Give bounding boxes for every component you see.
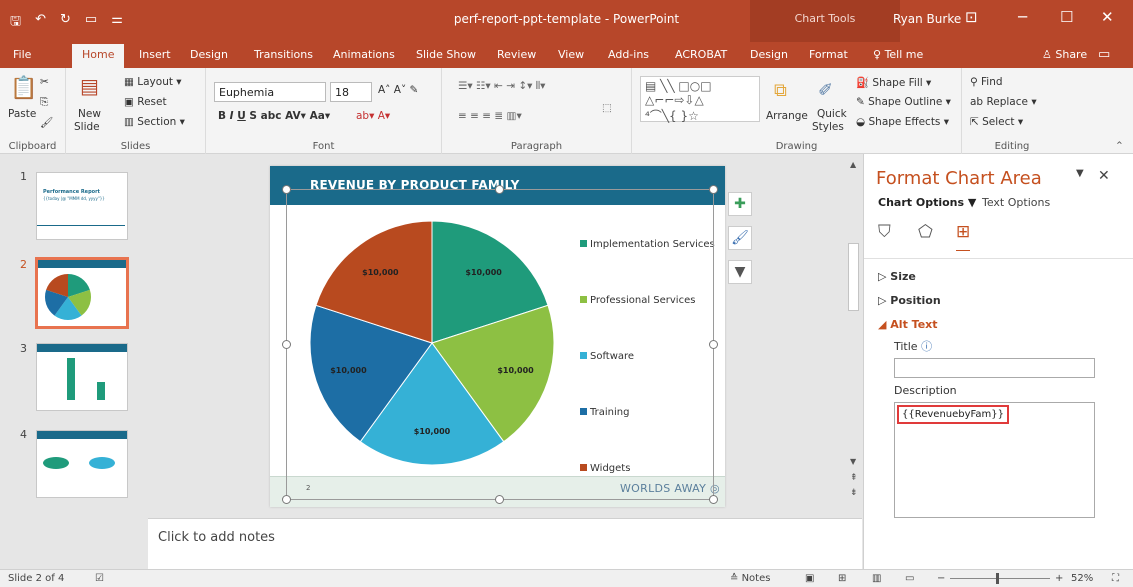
resize-handle-br[interactable]: [709, 495, 718, 504]
plus-icon: ✚: [734, 196, 746, 212]
normal-view-icon[interactable]: ▣: [805, 573, 814, 584]
fit-to-window-icon[interactable]: ⛶: [1112, 573, 1119, 584]
resize-handle-ml[interactable]: [282, 340, 291, 349]
notes-toggle[interactable]: ≙ Notes: [730, 573, 770, 584]
expand-size-icon: ▷: [878, 270, 891, 283]
alt-title-label: Title ⓘ: [894, 338, 932, 354]
status-bar: Slide 2 of 4 ☑ ≙ Notes ▣ ⊞ ▥ ▭ − + 52% ⛶: [0, 569, 1133, 587]
section-position-label: Position: [890, 294, 941, 307]
scrollbar-thumb[interactable]: [848, 243, 859, 311]
active-icon-underline: [956, 250, 970, 251]
pane-options-chevron-icon[interactable]: ▼: [1076, 168, 1084, 179]
next-slide-icon[interactable]: ⇟: [850, 488, 858, 498]
zoom-in-icon[interactable]: +: [1055, 573, 1063, 584]
reading-view-icon[interactable]: ▥: [872, 573, 881, 584]
scroll-up-icon[interactable]: ▲: [850, 160, 856, 169]
chart-filters-button[interactable]: ▼: [728, 260, 752, 284]
zoom-slider-track[interactable]: [950, 578, 1050, 579]
section-alt-text-label: Alt Text: [890, 318, 938, 331]
pane-divider: [864, 258, 1133, 259]
zoom-out-icon[interactable]: −: [937, 573, 945, 584]
fill-line-icon[interactable]: ⛉: [878, 222, 891, 242]
notes-icon: ≙: [730, 573, 742, 584]
alt-description-label: Description: [894, 384, 957, 397]
alt-title-input[interactable]: [894, 358, 1095, 378]
resize-handle-bc[interactable]: [495, 495, 504, 504]
resize-handle-tl[interactable]: [282, 185, 291, 194]
section-size-label: Size: [890, 270, 916, 283]
pane-title: Format Chart Area: [876, 168, 1042, 189]
resize-handle-tr[interactable]: [709, 185, 718, 194]
expand-position-icon: ▷: [878, 294, 891, 307]
filter-icon: ▼: [734, 264, 746, 280]
notes-pane[interactable]: Click to add notes: [148, 518, 862, 569]
slide-sorter-icon[interactable]: ⊞: [838, 573, 846, 584]
scroll-down-icon[interactable]: ▼: [850, 457, 856, 466]
previous-slide-icon[interactable]: ⇞: [850, 473, 858, 483]
effects-pentagon-icon[interactable]: ⬠: [918, 222, 933, 242]
collapse-alt-text-icon: ◢: [878, 318, 891, 331]
resize-handle-mr[interactable]: [709, 340, 718, 349]
chart-selection-frame[interactable]: [286, 189, 714, 500]
slide-counter: Slide 2 of 4: [8, 573, 65, 584]
zoom-level[interactable]: 52%: [1071, 573, 1093, 584]
slideshow-view-icon[interactable]: ▭: [905, 573, 914, 584]
pane-close-icon[interactable]: ✕: [1098, 168, 1110, 184]
brush-icon: 🖌: [731, 230, 749, 246]
chart-styles-button[interactable]: 🖌: [728, 226, 752, 250]
tab-text-options[interactable]: Text Options: [982, 196, 1050, 209]
info-icon[interactable]: ⓘ: [921, 340, 932, 353]
spell-check-icon[interactable]: ☑: [95, 573, 104, 584]
alt-description-value[interactable]: {{RevenuebyFam}}: [897, 405, 1009, 424]
notes-placeholder[interactable]: Click to add notes: [158, 530, 275, 545]
section-position[interactable]: ▷ Position: [878, 294, 941, 307]
section-size[interactable]: ▷ Size: [878, 270, 916, 283]
chart-elements-button[interactable]: ✚: [728, 192, 752, 216]
resize-handle-bl[interactable]: [282, 495, 291, 504]
format-chart-area-pane: Format Chart Area ▼ ✕ Chart Options ▼ Te…: [863, 154, 1133, 569]
resize-handle-tc[interactable]: [495, 185, 504, 194]
tab-chart-options[interactable]: Chart Options ▼: [878, 196, 976, 209]
chart-options-label: Chart Options: [878, 196, 965, 209]
size-properties-icon[interactable]: ⊞: [956, 222, 970, 242]
alt-description-textarea[interactable]: {{RevenuebyFam}}: [894, 402, 1095, 518]
section-alt-text[interactable]: ◢ Alt Text: [878, 318, 938, 331]
alt-title-label-text: Title: [894, 340, 918, 353]
notes-toggle-label: Notes: [741, 573, 771, 584]
zoom-slider-thumb[interactable]: [996, 573, 999, 584]
